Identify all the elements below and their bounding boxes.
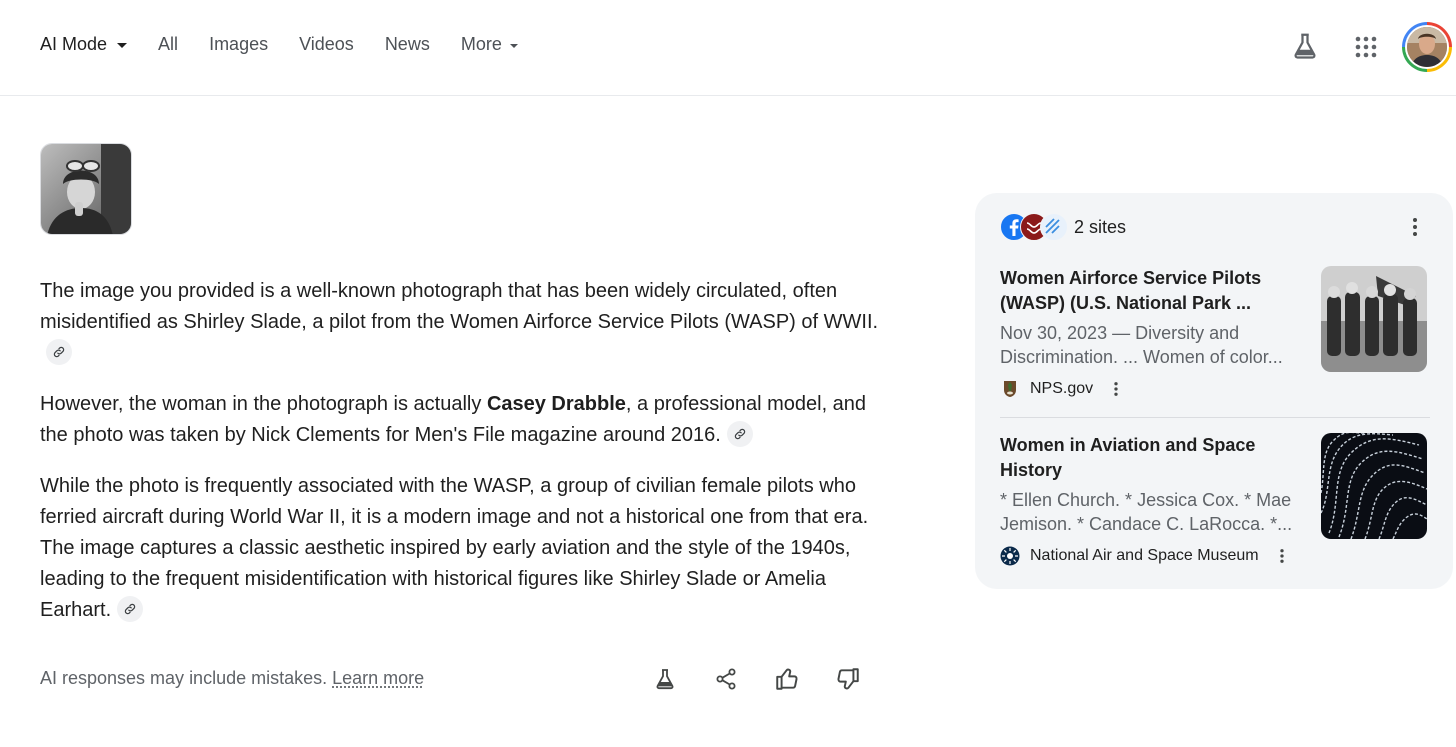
source-card[interactable]: Women Airforce Service Pilots (WASP) (U.…: [1000, 266, 1430, 399]
source-site: NPS.gov: [1000, 379, 1430, 399]
answer-paragraph-2-text-before: However, the woman in the photograph is …: [40, 393, 487, 415]
smithsonian-sun-icon: [1000, 546, 1020, 566]
source-title[interactable]: Women in Aviation and Space History: [1000, 433, 1300, 483]
tab-images-label: Images: [209, 34, 269, 54]
tab-images[interactable]: Images: [209, 34, 268, 55]
thumbs-up-icon[interactable]: [772, 664, 802, 694]
citation-link-icon[interactable]: [46, 338, 72, 365]
tab-all-label: All: [158, 34, 179, 54]
answer-paragraph-3: While the photo is frequently associated…: [40, 471, 885, 626]
citation-link-icon[interactable]: [726, 420, 753, 447]
source-site-name: NPS.gov: [1030, 380, 1094, 397]
answer-paragraph-1: The image you provided is a well-known p…: [40, 276, 885, 369]
tab-videos-label: Videos: [299, 34, 354, 54]
ai-disclaimer: AI responses may include mistakes. Learn…: [40, 668, 424, 689]
tab-videos[interactable]: Videos: [299, 34, 354, 55]
labs-flask-icon[interactable]: [650, 664, 680, 694]
disclaimer-text: AI responses may include mistakes.: [40, 668, 328, 688]
more-options-icon[interactable]: [1273, 547, 1291, 565]
nps-arrowhead-icon: [1000, 379, 1020, 399]
source-site-name: National Air and Space Museum: [1030, 547, 1259, 564]
source-favicons: [1000, 213, 1068, 241]
chevron-down-icon: [117, 43, 128, 48]
source-thumbnail[interactable]: [1321, 433, 1427, 539]
avatar-photo: [1407, 27, 1447, 67]
more-options-icon[interactable]: [1107, 380, 1125, 398]
thumbs-down-icon[interactable]: [833, 664, 863, 694]
source-divider: [1000, 417, 1430, 418]
answer-paragraph-1-text: The image you provided is a well-known p…: [40, 280, 879, 333]
sources-panel: 2 sites Women Airforce Service Pilots (W…: [975, 193, 1453, 589]
ai-answer: The image you provided is a well-known p…: [40, 276, 885, 646]
account-avatar[interactable]: [1402, 22, 1452, 72]
answer-paragraph-2: However, the woman in the photograph is …: [40, 389, 885, 451]
source-thumbnail[interactable]: [1321, 266, 1427, 372]
bottom-fade: [0, 705, 1456, 747]
tab-ai-mode-label: AI Mode: [40, 34, 108, 54]
apps-grid-icon[interactable]: [1354, 35, 1378, 59]
source-snippet: * Ellen Church. * Jessica Cox. * Mae Jem…: [1000, 490, 1293, 534]
query-image-thumbnail[interactable]: [40, 143, 132, 235]
answer-bold-name: Casey Drabble: [486, 393, 626, 415]
source-card[interactable]: Women in Aviation and Space History * El…: [1000, 433, 1430, 566]
learn-more-link[interactable]: Learn more: [332, 668, 424, 688]
top-navigation-bar: AI Mode All Images Videos News More: [0, 0, 1456, 96]
tab-all[interactable]: All: [158, 34, 178, 55]
tab-more[interactable]: More: [461, 34, 518, 55]
tab-news-label: News: [384, 34, 430, 54]
sources-header[interactable]: 2 sites: [1000, 213, 1126, 241]
answer-actions: [650, 664, 894, 694]
tab-news[interactable]: News: [385, 34, 430, 55]
aviation-site-icon: [1040, 213, 1068, 241]
source-snippet: Nov 30, 2023 — Diversity and Discriminat…: [1000, 323, 1283, 367]
source-site: National Air and Space Museum: [1000, 546, 1430, 566]
share-icon[interactable]: [711, 664, 741, 694]
avatar-ring-inner: [1405, 25, 1449, 69]
tab-more-label: More: [460, 34, 502, 54]
tab-ai-mode[interactable]: AI Mode: [40, 34, 128, 55]
chevron-down-icon: [509, 43, 518, 48]
sites-count: 2 sites: [1074, 216, 1127, 237]
search-mode-tabs: AI Mode All Images Videos News More: [40, 34, 549, 55]
labs-flask-icon[interactable]: [1290, 31, 1320, 61]
source-title[interactable]: Women Airforce Service Pilots (WASP) (U.…: [1000, 266, 1300, 316]
more-options-icon[interactable]: [1403, 215, 1427, 239]
answer-paragraph-3-text: While the photo is frequently associated…: [40, 475, 869, 621]
citation-link-icon[interactable]: [117, 595, 144, 622]
